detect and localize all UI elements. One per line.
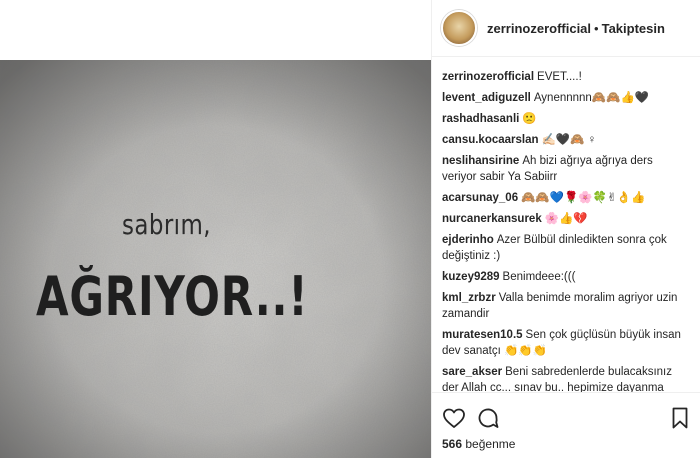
- comment-text: 🙈🙈💙🌹🌸🍀✌👌👍: [521, 192, 646, 204]
- comment-item: levent_adiguzell Aynennnnn🙈🙈👍🖤: [432, 90, 696, 106]
- avatar[interactable]: [441, 10, 477, 46]
- bookmark-icon[interactable]: [668, 406, 692, 430]
- action-bar: 566 beğenme: [432, 392, 700, 459]
- comment-item: zerrinozerofficial EVET....!: [432, 69, 696, 85]
- comment-item: sare_akser Beni sabredenlerde bulacaksını…: [432, 364, 696, 392]
- post-header: zerrinozerofficial • Takiptesin: [432, 0, 700, 57]
- comment-username[interactable]: rashadhasanli: [442, 113, 519, 125]
- comment-item: ejderinho Azer Bülbül dinledikten sonra ç…: [432, 232, 696, 264]
- comment-item: acarsunay_06 🙈🙈💙🌹🌸🍀✌👌👍: [432, 190, 696, 206]
- post-image[interactable]: sabrım, AĞRIYOR..!: [0, 60, 431, 458]
- comment-username[interactable]: zerrinozerofficial: [442, 71, 534, 83]
- comment-username[interactable]: levent_adiguzell: [442, 92, 531, 104]
- concrete-texture: [0, 60, 431, 458]
- comment-username[interactable]: kml_zrbzr: [442, 292, 496, 304]
- comment-username[interactable]: sare_akser: [442, 366, 502, 378]
- comment-username[interactable]: nurcanerkansurek: [442, 213, 542, 225]
- comment-item: muratesen10.5 Sen çok güçlüsün büyük insa…: [432, 327, 696, 359]
- image-text-line2: AĞRIYOR..!: [36, 265, 309, 328]
- heart-icon[interactable]: [442, 406, 466, 430]
- comment-username[interactable]: kuzey9289: [442, 271, 500, 283]
- comment-item: kuzey9289 Benimdeee:(((: [432, 269, 696, 285]
- comment-item: cansu.kocaarslan ✍🏻🖤🙈 ♀: [432, 132, 696, 148]
- likes-label: beğenme: [465, 437, 516, 451]
- likes-number: 566: [442, 437, 463, 451]
- header-text: zerrinozerofficial • Takiptesin: [487, 21, 665, 36]
- comment-text: Benimdeee:(((: [502, 271, 576, 283]
- image-text-line1: sabrım,: [122, 208, 211, 241]
- comment-text: Aynennnnn🙈🙈👍🖤: [533, 92, 650, 104]
- comment-username[interactable]: ejderinho: [442, 234, 494, 246]
- comment-item: kml_zrbzr Valla benimde moralim agriyor u…: [432, 290, 696, 322]
- comment-text: 🌸👍💔: [544, 213, 588, 225]
- comment-text: 🙁: [522, 113, 537, 125]
- comment-username[interactable]: cansu.kocaarslan: [442, 134, 539, 146]
- comment-text: EVET....!: [537, 71, 582, 83]
- comment-item: nurcanerkansurek 🌸👍💔: [432, 211, 696, 227]
- header-separator: •: [594, 20, 599, 36]
- comments-list[interactable]: zerrinozerofficial EVET....! levent_adigu…: [432, 57, 696, 392]
- comment-username[interactable]: neslihansirine: [442, 155, 519, 167]
- follow-status-button[interactable]: Takiptesin: [602, 21, 665, 36]
- comment-text: ✍🏻🖤🙈 ♀: [541, 134, 597, 146]
- top-strip: [0, 0, 431, 60]
- comment-item: neslihansirine Ah bizi ağrıya ağrıya ders…: [432, 153, 696, 185]
- comment-username[interactable]: acarsunay_06: [442, 192, 518, 204]
- comment-item: rashadhasanli 🙁: [432, 111, 696, 127]
- comment-icon[interactable]: [476, 406, 500, 430]
- header-username[interactable]: zerrinozerofficial: [487, 21, 591, 36]
- comment-username[interactable]: muratesen10.5: [442, 329, 523, 341]
- likes-count[interactable]: 566 beğenme: [442, 437, 515, 451]
